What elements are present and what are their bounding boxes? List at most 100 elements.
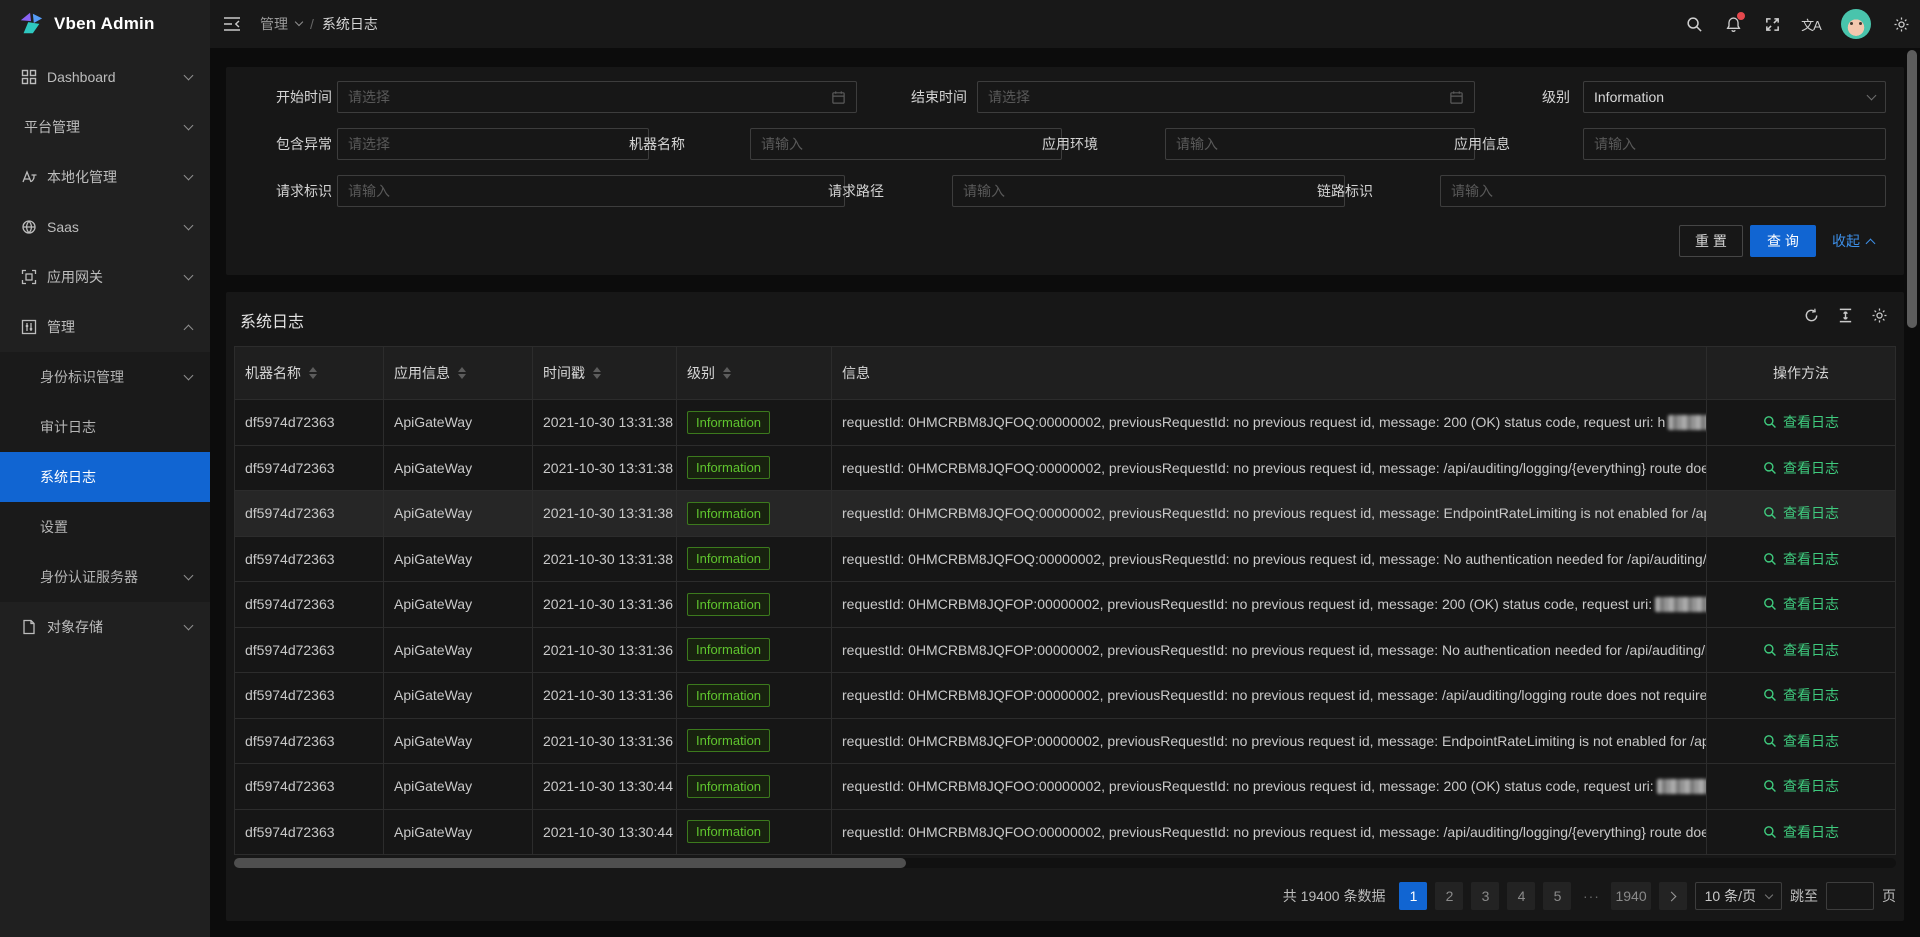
reset-button[interactable]: 重 置 xyxy=(1679,225,1743,257)
search-icon xyxy=(1763,552,1777,566)
request-path-field[interactable] xyxy=(963,183,1334,199)
collapse-link[interactable]: 收起 xyxy=(1832,225,1874,257)
sidebar-item-label: 审计日志 xyxy=(40,417,96,437)
column-header-level[interactable]: 级别 xyxy=(677,347,832,400)
search-icon xyxy=(1763,779,1777,793)
notification-bell-icon[interactable] xyxy=(1724,15,1742,33)
request-id-input[interactable] xyxy=(337,175,845,207)
sidebar-item-localization[interactable]: 本地化管理 xyxy=(0,152,210,202)
table-toolbar xyxy=(1802,306,1888,324)
cell-time: 2021-10-30 13:30:44 xyxy=(533,764,677,810)
sort-icon[interactable] xyxy=(593,367,601,379)
horizontal-scrollbar-thumb[interactable] xyxy=(234,858,906,868)
start-time-field[interactable] xyxy=(348,89,831,105)
start-time-input[interactable] xyxy=(337,81,857,113)
search-icon xyxy=(1763,734,1777,748)
cell-message: requestId: 0HMCRBM8JQFOO:00000002, previ… xyxy=(832,810,1707,856)
column-header-message: 信息 xyxy=(832,347,1707,400)
app-info-field[interactable] xyxy=(1594,136,1875,152)
sidebar-item-system-log[interactable]: 系统日志 xyxy=(0,452,210,502)
cell-app: ApiGateWay xyxy=(384,491,533,537)
translate-icon[interactable]: 文A xyxy=(1802,15,1820,33)
chevron-down-icon xyxy=(184,371,194,381)
end-time-input[interactable] xyxy=(977,81,1475,113)
view-log-button[interactable]: 查看日志 xyxy=(1763,458,1839,478)
jump-to-page-input[interactable] xyxy=(1826,882,1874,910)
column-header-machine[interactable]: 机器名称 xyxy=(235,347,384,400)
sidebar-item-auth-server[interactable]: 身份认证服务器 xyxy=(0,552,210,602)
sidebar-item-object-storage[interactable]: 对象存储 xyxy=(0,602,210,652)
cell-app: ApiGateWay xyxy=(384,628,533,674)
table-row: df5974d72363 ApiGateWay 2021-10-30 13:31… xyxy=(235,491,1895,537)
cell-machine: df5974d72363 xyxy=(235,673,384,719)
chevron-down-icon xyxy=(184,121,194,131)
cell-message: requestId: 0HMCRBM8JQFOQ:00000002, previ… xyxy=(832,446,1707,492)
trace-id-field[interactable] xyxy=(1451,183,1875,199)
sidebar-item-management[interactable]: 管理 xyxy=(0,302,210,352)
view-log-button[interactable]: 查看日志 xyxy=(1763,503,1839,523)
menu-fold-icon[interactable] xyxy=(222,14,242,34)
sidebar-item-saas[interactable]: Saas xyxy=(0,202,210,252)
app-logo[interactable]: Vben Admin xyxy=(0,0,210,48)
sidebar-item-identity-management[interactable]: 身份标识管理 xyxy=(0,352,210,402)
view-log-button[interactable]: 查看日志 xyxy=(1763,822,1839,842)
page-button-3[interactable]: 3 xyxy=(1471,882,1499,910)
fullscreen-icon[interactable] xyxy=(1763,15,1781,33)
cell-app: ApiGateWay xyxy=(384,582,533,628)
cell-time: 2021-10-30 13:31:36 xyxy=(533,582,677,628)
view-log-button[interactable]: 查看日志 xyxy=(1763,412,1839,432)
cell-machine: df5974d72363 xyxy=(235,628,384,674)
page-button-last[interactable]: 1940 xyxy=(1611,882,1650,910)
level-select[interactable]: Information xyxy=(1583,81,1886,113)
page-button-1[interactable]: 1 xyxy=(1399,882,1427,910)
app-title: Vben Admin xyxy=(54,14,155,34)
view-log-button[interactable]: 查看日志 xyxy=(1763,640,1839,660)
collapse-label: 收起 xyxy=(1832,231,1860,251)
view-log-button[interactable]: 查看日志 xyxy=(1763,731,1839,751)
avatar[interactable] xyxy=(1841,9,1871,39)
cell-machine: df5974d72363 xyxy=(235,582,384,628)
search-button[interactable]: 查 询 xyxy=(1750,225,1816,257)
view-log-button[interactable]: 查看日志 xyxy=(1763,549,1839,569)
trace-id-input[interactable] xyxy=(1440,175,1886,207)
settings-gear-icon[interactable] xyxy=(1892,15,1910,33)
sort-icon[interactable] xyxy=(723,367,731,379)
next-page-button[interactable] xyxy=(1659,882,1687,910)
search-icon[interactable] xyxy=(1685,15,1703,33)
column-header-app-info[interactable]: 应用信息 xyxy=(384,347,533,400)
sidebar-item-audit-log[interactable]: 审计日志 xyxy=(0,402,210,452)
view-log-button[interactable]: 查看日志 xyxy=(1763,685,1839,705)
view-log-button[interactable]: 查看日志 xyxy=(1763,776,1839,796)
refresh-icon[interactable] xyxy=(1802,306,1820,324)
app-info-input[interactable] xyxy=(1583,128,1886,160)
sidebar-item-dashboard[interactable]: Dashboard xyxy=(0,52,210,102)
cell-message: requestId: 0HMCRBM8JQFOQ:00000002, previ… xyxy=(832,491,1707,537)
row-height-icon[interactable] xyxy=(1836,306,1854,324)
page-button-5[interactable]: 5 xyxy=(1543,882,1571,910)
page-button-4[interactable]: 4 xyxy=(1507,882,1535,910)
redacted-text xyxy=(1655,597,1707,612)
sidebar-item-platform-management[interactable]: 平台管理 xyxy=(0,102,210,152)
sidebar-item-gateway[interactable]: 应用网关 xyxy=(0,252,210,302)
request-id-field[interactable] xyxy=(348,183,834,199)
page-button-2[interactable]: 2 xyxy=(1435,882,1463,910)
end-time-field[interactable] xyxy=(988,89,1449,105)
system-log-panel: 系统日志 机器名称 应用信息 xyxy=(226,292,1904,921)
sort-icon[interactable] xyxy=(458,367,466,379)
system-log-table: 机器名称 应用信息 时间戳 级别 信息 xyxy=(234,346,1896,855)
page-size-select[interactable]: 10 条/页 xyxy=(1695,882,1782,910)
breadcrumb-parent[interactable]: 管理 xyxy=(260,14,288,34)
jump-forward-ellipsis[interactable]: ··· xyxy=(1579,888,1603,904)
sort-icon[interactable] xyxy=(309,367,317,379)
vertical-scrollbar-thumb[interactable] xyxy=(1907,50,1917,328)
column-header-timestamp[interactable]: 时间戳 xyxy=(533,347,677,400)
cell-app: ApiGateWay xyxy=(384,810,533,856)
sidebar-item-settings[interactable]: 设置 xyxy=(0,502,210,552)
end-time-label: 结束时间 xyxy=(876,81,967,113)
view-log-button[interactable]: 查看日志 xyxy=(1763,594,1839,614)
column-settings-gear-icon[interactable] xyxy=(1870,306,1888,324)
breadcrumb: 管理 / 系统日志 xyxy=(260,14,378,34)
dashboard-icon xyxy=(20,69,37,86)
search-icon xyxy=(1763,643,1777,657)
cell-app: ApiGateWay xyxy=(384,537,533,583)
